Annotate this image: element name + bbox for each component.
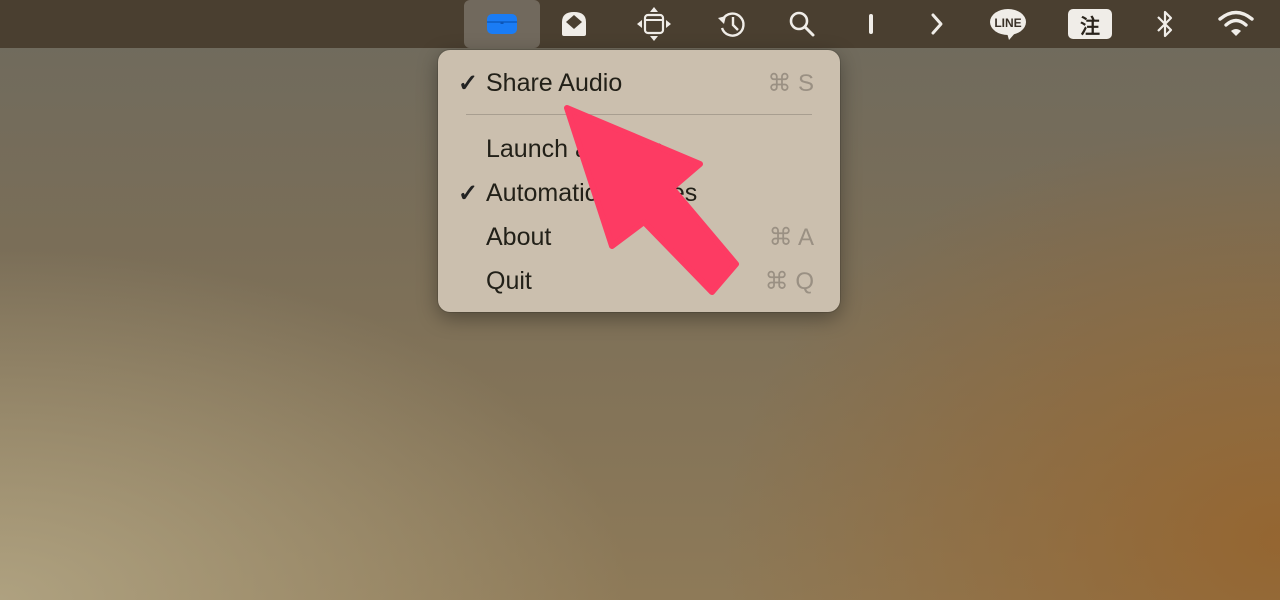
menu-item-label: Automatic Updates	[486, 178, 698, 207]
wifi-icon	[1218, 10, 1254, 36]
menubar-item-window-move[interactable]	[632, 0, 676, 48]
svg-text:LINE: LINE	[994, 16, 1021, 30]
menu-item-automatic-updates[interactable]: ✓ Automatic Updates	[438, 173, 840, 213]
menu-item-launch-at-login[interactable]: Launch at Login	[438, 129, 840, 169]
text-cursor-icon	[869, 14, 873, 34]
window-move-icon	[637, 7, 671, 41]
mail-envelope-icon	[562, 12, 586, 36]
checkmark-icon: ✓	[458, 69, 479, 97]
dropdown-menu: ✓ Share Audio ⌘ S Launch at Login ✓ Auto…	[438, 50, 840, 312]
menubar-item-expand[interactable]	[922, 0, 952, 48]
menu-item-shortcut: ⌘ Q	[764, 267, 814, 295]
search-icon	[789, 11, 815, 37]
menu-item-share-audio[interactable]: ✓ Share Audio ⌘ S	[438, 63, 840, 103]
menubar-item-line[interactable]: LINE	[986, 0, 1030, 48]
airbuddy-case-icon	[487, 14, 517, 34]
menu-item-shortcut: ⌘ S	[767, 69, 814, 97]
menu-item-about[interactable]: About ⌘ A	[438, 217, 840, 257]
menu-item-label: Launch at Login	[486, 134, 664, 163]
chevron-right-icon	[931, 13, 943, 35]
menu-bar: LINE 注	[0, 0, 1280, 48]
menubar-item-bluetooth[interactable]	[1150, 0, 1180, 48]
menubar-item-search[interactable]	[780, 0, 824, 48]
menubar-item-mail[interactable]	[552, 0, 596, 48]
menu-separator	[466, 114, 812, 115]
menu-item-label: About	[486, 222, 552, 251]
menubar-item-wifi[interactable]	[1214, 0, 1258, 48]
checkmark-icon: ✓	[458, 179, 479, 207]
menubar-item-airbuddy[interactable]	[464, 0, 540, 48]
menubar-item-input-method[interactable]: 注	[1066, 0, 1114, 48]
menu-item-label: Share Audio	[486, 68, 623, 97]
history-clock-icon	[718, 12, 745, 37]
input-method-icon: 注	[1068, 9, 1112, 39]
menu-item-label: Quit	[486, 266, 532, 295]
line-app-icon: LINE	[990, 9, 1026, 40]
menubar-item-history[interactable]	[710, 0, 754, 48]
menu-item-quit[interactable]: Quit ⌘ Q	[438, 261, 840, 301]
menubar-item-text-cursor[interactable]	[856, 0, 886, 48]
menu-item-shortcut: ⌘ A	[768, 223, 814, 251]
bluetooth-icon	[1157, 10, 1173, 38]
